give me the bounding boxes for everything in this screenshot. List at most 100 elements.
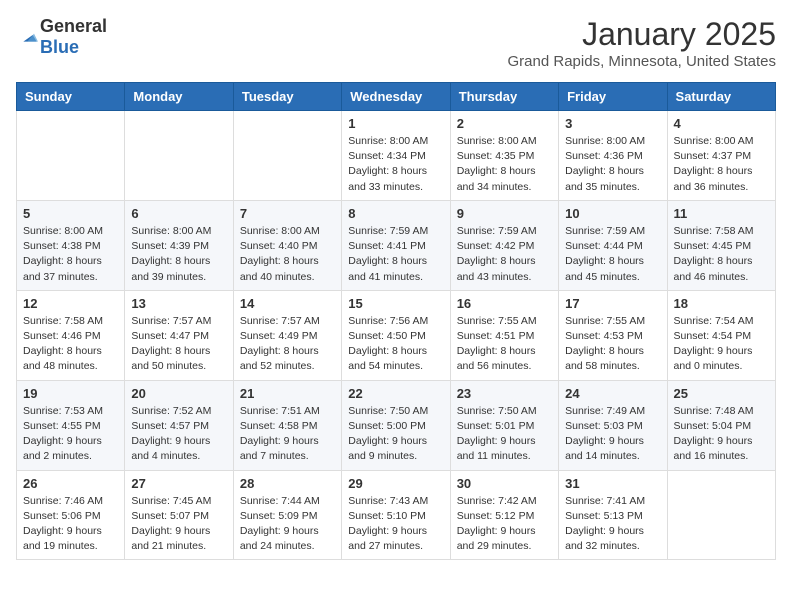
day-info: Sunrise: 7:59 AMSunset: 4:41 PMDaylight:…: [348, 224, 443, 285]
calendar-day-cell: 19 Sunrise: 7:53 AMSunset: 4:55 PMDayligh…: [17, 380, 125, 470]
calendar-day-cell: 2 Sunrise: 8:00 AMSunset: 4:35 PMDaylight…: [450, 111, 558, 201]
day-number: 16: [457, 296, 552, 311]
day-info: Sunrise: 7:43 AMSunset: 5:10 PMDaylight:…: [348, 494, 443, 555]
page-header: General Blue January 2025 Grand Rapids, …: [16, 16, 776, 70]
calendar-day-header: Thursday: [450, 83, 558, 111]
calendar-day-cell: 30Sunrise: 7:42 AMSunset: 5:12 PMDayligh…: [450, 470, 558, 560]
calendar-day-cell: 7 Sunrise: 8:00 AMSunset: 4:40 PMDaylight…: [233, 200, 341, 290]
day-number: 10: [565, 206, 660, 221]
day-number: 17: [565, 296, 660, 311]
day-number: 26: [23, 476, 118, 491]
calendar-day-cell: 12Sunrise: 7:58 AMSunset: 4:46 PMDayligh…: [17, 290, 125, 380]
day-info: Sunrise: 7:48 AMSunset: 5:04 PMDaylight:…: [674, 404, 769, 465]
day-info: Sunrise: 7:59 AMSunset: 4:42 PMDaylight:…: [457, 224, 552, 285]
day-info: Sunrise: 7:53 AMSunset: 4:55 PMDaylight:…: [23, 404, 118, 465]
day-number: 6: [131, 206, 226, 221]
calendar-week-row: 12Sunrise: 7:58 AMSunset: 4:46 PMDayligh…: [17, 290, 776, 380]
day-info: Sunrise: 7:55 AMSunset: 4:53 PMDaylight:…: [565, 314, 660, 375]
day-info: Sunrise: 7:44 AMSunset: 5:09 PMDaylight:…: [240, 494, 335, 555]
calendar-table: SundayMondayTuesdayWednesdayThursdayFrid…: [16, 82, 776, 560]
calendar-day-cell: 11 Sunrise: 7:58 AMSunset: 4:45 PMDayligh…: [667, 200, 775, 290]
calendar-day-cell: 9 Sunrise: 7:59 AMSunset: 4:42 PMDaylight…: [450, 200, 558, 290]
calendar-day-cell: 22 Sunrise: 7:50 AMSunset: 5:00 PMDayligh…: [342, 380, 450, 470]
day-number: 31: [565, 476, 660, 491]
day-number: 12: [23, 296, 118, 311]
calendar-day-cell: 20 Sunrise: 7:52 AMSunset: 4:57 PMDayligh…: [125, 380, 233, 470]
calendar-week-row: 5 Sunrise: 8:00 AMSunset: 4:38 PMDaylight…: [17, 200, 776, 290]
calendar-day-cell: [125, 111, 233, 201]
calendar-week-row: 26 Sunrise: 7:46 AMSunset: 5:06 PMDayligh…: [17, 470, 776, 560]
day-info: Sunrise: 7:55 AMSunset: 4:51 PMDaylight:…: [457, 314, 552, 375]
calendar-day-header: Tuesday: [233, 83, 341, 111]
calendar-day-cell: 15 Sunrise: 7:56 AMSunset: 4:50 PMDayligh…: [342, 290, 450, 380]
calendar-day-cell: 27Sunrise: 7:45 AMSunset: 5:07 PMDayligh…: [125, 470, 233, 560]
day-number: 20: [131, 386, 226, 401]
calendar-day-cell: 3 Sunrise: 8:00 AMSunset: 4:36 PMDaylight…: [559, 111, 667, 201]
day-number: 8: [348, 206, 443, 221]
day-info: Sunrise: 8:00 AMSunset: 4:40 PMDaylight:…: [240, 224, 335, 285]
calendar-day-cell: [17, 111, 125, 201]
day-info: Sunrise: 7:50 AMSunset: 5:00 PMDaylight:…: [348, 404, 443, 465]
logo: General Blue: [16, 16, 107, 58]
calendar-day-cell: 16 Sunrise: 7:55 AMSunset: 4:51 PMDayligh…: [450, 290, 558, 380]
day-number: 5: [23, 206, 118, 221]
logo-general: General: [40, 16, 107, 36]
day-number: 1: [348, 116, 443, 131]
calendar-day-header: Sunday: [17, 83, 125, 111]
day-number: 29: [348, 476, 443, 491]
logo-blue: Blue: [40, 37, 79, 57]
day-number: 25: [674, 386, 769, 401]
day-number: 27: [131, 476, 226, 491]
day-number: 23: [457, 386, 552, 401]
calendar-day-cell: 25 Sunrise: 7:48 AMSunset: 5:04 PMDayligh…: [667, 380, 775, 470]
day-info: Sunrise: 8:00 AMSunset: 4:34 PMDaylight:…: [348, 134, 443, 195]
day-number: 22: [348, 386, 443, 401]
day-info: Sunrise: 8:00 AMSunset: 4:37 PMDaylight:…: [674, 134, 769, 195]
calendar-day-cell: 17 Sunrise: 7:55 AMSunset: 4:53 PMDayligh…: [559, 290, 667, 380]
day-info: Sunrise: 7:49 AMSunset: 5:03 PMDaylight:…: [565, 404, 660, 465]
day-info: Sunrise: 7:41 AMSunset: 5:13 PMDaylight:…: [565, 494, 660, 555]
calendar-week-row: 19 Sunrise: 7:53 AMSunset: 4:55 PMDayligh…: [17, 380, 776, 470]
day-number: 24: [565, 386, 660, 401]
day-info: Sunrise: 8:00 AMSunset: 4:35 PMDaylight:…: [457, 134, 552, 195]
calendar-day-cell: 18Sunrise: 7:54 AMSunset: 4:54 PMDayligh…: [667, 290, 775, 380]
day-info: Sunrise: 7:52 AMSunset: 4:57 PMDaylight:…: [131, 404, 226, 465]
calendar-day-cell: 8 Sunrise: 7:59 AMSunset: 4:41 PMDaylight…: [342, 200, 450, 290]
day-number: 3: [565, 116, 660, 131]
calendar-day-cell: 21Sunrise: 7:51 AMSunset: 4:58 PMDayligh…: [233, 380, 341, 470]
day-number: 28: [240, 476, 335, 491]
calendar-week-row: 1 Sunrise: 8:00 AMSunset: 4:34 PMDaylight…: [17, 111, 776, 201]
day-info: Sunrise: 7:56 AMSunset: 4:50 PMDaylight:…: [348, 314, 443, 375]
day-info: Sunrise: 7:42 AMSunset: 5:12 PMDaylight:…: [457, 494, 552, 555]
day-number: 9: [457, 206, 552, 221]
day-info: Sunrise: 7:50 AMSunset: 5:01 PMDaylight:…: [457, 404, 552, 465]
day-number: 14: [240, 296, 335, 311]
calendar-header-row: SundayMondayTuesdayWednesdayThursdayFrid…: [17, 83, 776, 111]
calendar-day-cell: [233, 111, 341, 201]
calendar-day-cell: 26 Sunrise: 7:46 AMSunset: 5:06 PMDayligh…: [17, 470, 125, 560]
day-info: Sunrise: 7:57 AMSunset: 4:47 PMDaylight:…: [131, 314, 226, 375]
day-number: 4: [674, 116, 769, 131]
day-number: 7: [240, 206, 335, 221]
calendar-day-cell: 4 Sunrise: 8:00 AMSunset: 4:37 PMDaylight…: [667, 111, 775, 201]
day-info: Sunrise: 8:00 AMSunset: 4:38 PMDaylight:…: [23, 224, 118, 285]
calendar-day-header: Friday: [559, 83, 667, 111]
day-info: Sunrise: 7:54 AMSunset: 4:54 PMDaylight:…: [674, 314, 769, 375]
calendar-day-cell: 6Sunrise: 8:00 AMSunset: 4:39 PMDaylight…: [125, 200, 233, 290]
calendar-day-cell: 5 Sunrise: 8:00 AMSunset: 4:38 PMDaylight…: [17, 200, 125, 290]
day-number: 19: [23, 386, 118, 401]
logo-icon: [18, 27, 38, 47]
day-number: 15: [348, 296, 443, 311]
calendar-day-cell: 24 Sunrise: 7:49 AMSunset: 5:03 PMDayligh…: [559, 380, 667, 470]
day-number: 2: [457, 116, 552, 131]
calendar-day-cell: 31 Sunrise: 7:41 AMSunset: 5:13 PMDayligh…: [559, 470, 667, 560]
calendar-day-header: Monday: [125, 83, 233, 111]
day-info: Sunrise: 8:00 AMSunset: 4:36 PMDaylight:…: [565, 134, 660, 195]
day-number: 13: [131, 296, 226, 311]
day-number: 11: [674, 206, 769, 221]
day-info: Sunrise: 7:58 AMSunset: 4:45 PMDaylight:…: [674, 224, 769, 285]
day-info: Sunrise: 7:59 AMSunset: 4:44 PMDaylight:…: [565, 224, 660, 285]
day-info: Sunrise: 7:51 AMSunset: 4:58 PMDaylight:…: [240, 404, 335, 465]
calendar-day-cell: 13 Sunrise: 7:57 AMSunset: 4:47 PMDayligh…: [125, 290, 233, 380]
day-info: Sunrise: 7:46 AMSunset: 5:06 PMDaylight:…: [23, 494, 118, 555]
